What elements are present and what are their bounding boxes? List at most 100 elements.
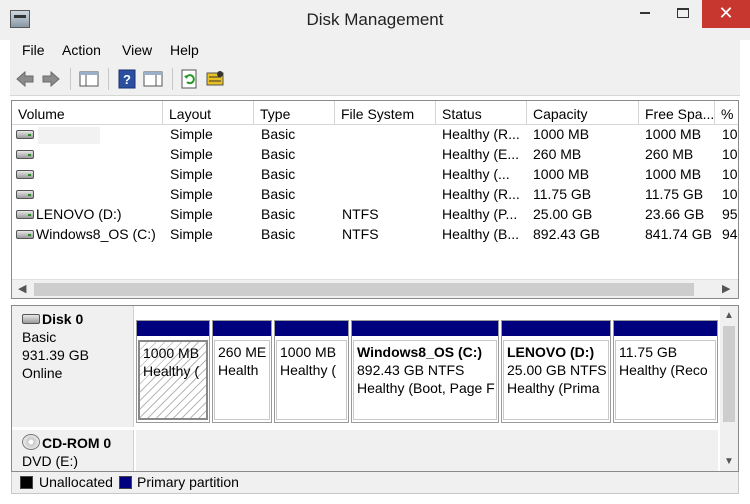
disk-graphical-view: Disk 0 Basic 931.39 GB Online 1000 MB He… — [11, 305, 739, 472]
cell-layout: Simple — [170, 206, 213, 222]
refresh-icon[interactable] — [178, 68, 200, 90]
cell-type: Basic — [261, 126, 296, 142]
volume-drive-icon — [16, 170, 34, 179]
column-header-percent-free[interactable]: % F — [715, 101, 738, 125]
partition-status: Health — [218, 362, 259, 378]
horizontal-scroll-thumb[interactable] — [34, 283, 694, 296]
vertical-scrollbar[interactable]: ▲ ▼ — [720, 306, 738, 471]
column-header-status[interactable]: Status — [436, 101, 527, 125]
properties-pane-icon[interactable] — [142, 68, 164, 90]
scroll-left-icon[interactable]: ◀ — [18, 282, 26, 295]
primary-partition-bar — [352, 321, 498, 336]
column-header-type[interactable]: Type — [254, 101, 335, 125]
volume-name-blank — [38, 127, 100, 144]
primary-partition-bar — [213, 321, 271, 336]
partition-efi-260mb[interactable]: 260 ME Health — [212, 320, 272, 423]
scroll-right-icon[interactable]: ▶ — [722, 282, 730, 295]
close-icon: ✕ — [718, 3, 734, 23]
cell-layout: Simple — [170, 226, 213, 242]
cell-percent-free: 95 — [722, 206, 738, 222]
primary-partition-bar — [275, 321, 348, 336]
cdrom0-media-area — [136, 430, 718, 471]
legend: Unallocated Primary partition — [11, 472, 739, 494]
vertical-scroll-thumb[interactable] — [723, 326, 735, 422]
primary-partition-bar — [614, 321, 717, 336]
partition-1000mb[interactable]: 1000 MB Healthy ( — [274, 320, 349, 423]
primary-partition-swatch — [119, 476, 132, 489]
scroll-up-icon[interactable]: ▲ — [724, 310, 734, 321]
menu-view[interactable]: View — [122, 42, 152, 58]
table-row[interactable]: Simple Basic Healthy (... 1000 MB 1000 M… — [12, 165, 738, 185]
cell-capacity: 25.00 GB — [533, 206, 593, 222]
table-row[interactable]: Simple Basic Healthy (E... 260 MB 260 MB… — [12, 145, 738, 165]
partition-status: Healthy ( — [143, 363, 200, 379]
partition-windows8-os-c[interactable]: Windows8_OS (C:) 892.43 GB NTFS Healthy … — [351, 320, 499, 423]
cell-volume: Windows8_OS (C:) — [36, 226, 156, 242]
close-button[interactable]: ✕ — [702, 0, 750, 28]
cell-layout: Simple — [170, 146, 213, 162]
partition-recovery-11-75gb[interactable]: 11.75 GB Healthy (Reco — [613, 320, 718, 423]
unallocated-swatch — [20, 476, 33, 489]
cell-capacity: 892.43 GB — [533, 226, 600, 242]
cell-layout: Simple — [170, 126, 213, 142]
partition-status: Healthy (Boot, Page F — [357, 380, 495, 396]
menu-help[interactable]: Help — [170, 42, 199, 58]
cell-percent-free: 100 — [722, 126, 738, 142]
scroll-down-icon[interactable]: ▼ — [724, 456, 734, 467]
toolbar-separator — [108, 68, 109, 90]
volume-drive-icon — [16, 230, 34, 239]
horizontal-scrollbar[interactable]: ◀ ▶ — [12, 279, 738, 298]
cell-percent-free: 100 — [722, 186, 738, 202]
cell-free-space: 1000 MB — [645, 126, 702, 142]
cell-type: Basic — [261, 186, 296, 202]
table-row[interactable]: Simple Basic Healthy (R... 11.75 GB 11.7… — [12, 185, 738, 205]
cell-status: Healthy (P... — [442, 206, 518, 222]
volume-drive-icon — [16, 190, 34, 199]
partition-size: 1000 MB — [280, 344, 337, 360]
volume-list[interactable]: Volume Layout Type File System Status Ca… — [11, 100, 739, 299]
column-header-free-space[interactable]: Free Spa... — [639, 101, 715, 125]
volume-drive-icon — [16, 150, 34, 159]
partition-status: Healthy (Prima — [507, 380, 600, 396]
cell-free-space: 23.66 GB — [645, 206, 705, 222]
forward-arrow-icon[interactable] — [40, 68, 62, 90]
cell-status: Healthy (E... — [442, 146, 520, 162]
disk0-partition-map: 1000 MB Healthy ( 260 ME Health 1000 MB … — [136, 320, 718, 423]
table-row[interactable]: Windows8_OS (C:) Simple Basic NTFS Healt… — [12, 225, 738, 245]
disk0-name: Disk 0 — [42, 311, 84, 327]
maximize-button[interactable] — [664, 0, 702, 28]
column-header-volume[interactable]: Volume — [12, 101, 163, 125]
volume-drive-icon — [16, 210, 34, 219]
volume-drive-icon — [16, 130, 34, 139]
menu-action[interactable]: Action — [62, 42, 101, 58]
toolbar-separator — [70, 68, 71, 90]
hard-disk-icon — [22, 314, 40, 324]
column-header-capacity[interactable]: Capacity — [527, 101, 639, 125]
help-icon[interactable]: ? — [116, 68, 138, 90]
cell-type: Basic — [261, 166, 296, 182]
cell-capacity: 260 MB — [533, 146, 582, 162]
table-row[interactable]: LENOVO (D:) Simple Basic NTFS Healthy (P… — [12, 205, 738, 225]
column-header-file-system[interactable]: File System — [335, 101, 436, 125]
cell-layout: Simple — [170, 166, 213, 182]
minimize-button[interactable] — [626, 0, 664, 28]
rescan-disks-icon[interactable] — [204, 68, 226, 90]
partition-lenovo-d[interactable]: LENOVO (D:) 25.00 GB NTFS Healthy (Prima — [501, 320, 611, 423]
show-hide-console-tree-icon[interactable] — [78, 68, 100, 90]
menu-file[interactable]: File — [22, 42, 45, 58]
cdrom0-label[interactable]: CD-ROM 0 DVD (E:) — [12, 430, 134, 471]
cell-status: Healthy (B... — [442, 226, 520, 242]
menu-bar: File Action View Help — [10, 40, 740, 62]
cell-percent-free: 100 — [722, 166, 738, 182]
disk0-label[interactable]: Disk 0 Basic 931.39 GB Online — [12, 306, 134, 427]
back-arrow-icon[interactable] — [14, 68, 36, 90]
cell-percent-free: 94 — [722, 226, 738, 242]
partition-recovery-1000mb[interactable]: 1000 MB Healthy ( — [136, 320, 210, 423]
table-row[interactable]: Simple Basic Healthy (R... 1000 MB 1000 … — [12, 125, 738, 145]
toolbar: ? — [10, 62, 740, 96]
partition-size: 260 ME — [218, 344, 267, 360]
cell-file-system: NTFS — [342, 226, 379, 242]
cell-type: Basic — [261, 206, 296, 222]
disk0-size: 931.39 GB — [22, 347, 89, 363]
column-header-layout[interactable]: Layout — [163, 101, 254, 125]
